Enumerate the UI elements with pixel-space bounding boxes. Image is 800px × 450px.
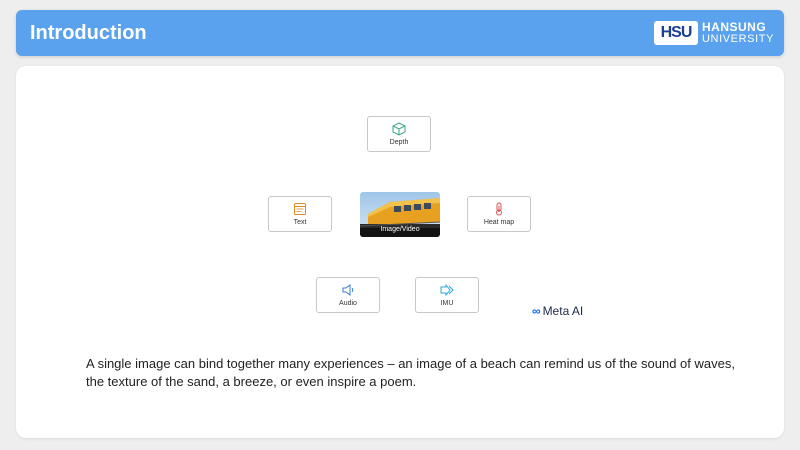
logo-text-university: UNIVERSITY <box>702 33 775 45</box>
depth-label: Depth <box>389 139 409 146</box>
thermometer-icon <box>496 202 502 216</box>
content-card: Depth Text Image/Video Heat map Audio IM… <box>16 66 784 438</box>
document-icon <box>294 203 306 215</box>
imu-label: IMU <box>440 300 454 307</box>
audio-node: Audio <box>316 277 380 313</box>
speaker-icon <box>342 284 354 296</box>
image-video-label: Image/Video <box>380 226 420 233</box>
meta-infinity-icon: ∞ <box>532 304 541 318</box>
image-video-node: Image/Video <box>360 192 440 237</box>
text-label: Text <box>293 219 307 226</box>
logo-mark: HSU <box>654 21 698 45</box>
logo-text-hansung: HANSUNG <box>702 20 767 34</box>
meta-ai-name: Meta AI <box>542 304 584 318</box>
university-logo: HSU HANSUNG UNIVERSITY <box>654 21 774 45</box>
meta-ai-logo: ∞ Meta AI <box>532 304 583 318</box>
heat-map-node: Heat map <box>467 196 531 232</box>
slide-caption: A single image can bind together many ex… <box>86 356 735 389</box>
slide-header: Introduction HSU HANSUNG UNIVERSITY <box>16 10 784 56</box>
depth-node: Depth <box>367 116 431 152</box>
double-arrow-icon <box>440 283 454 297</box>
audio-label: Audio <box>339 300 357 307</box>
cube-icon <box>392 122 406 136</box>
heat-map-label: Heat map <box>483 219 515 226</box>
text-node: Text <box>268 196 332 232</box>
slide-title: Introduction <box>30 22 147 44</box>
imu-node: IMU <box>415 277 479 313</box>
